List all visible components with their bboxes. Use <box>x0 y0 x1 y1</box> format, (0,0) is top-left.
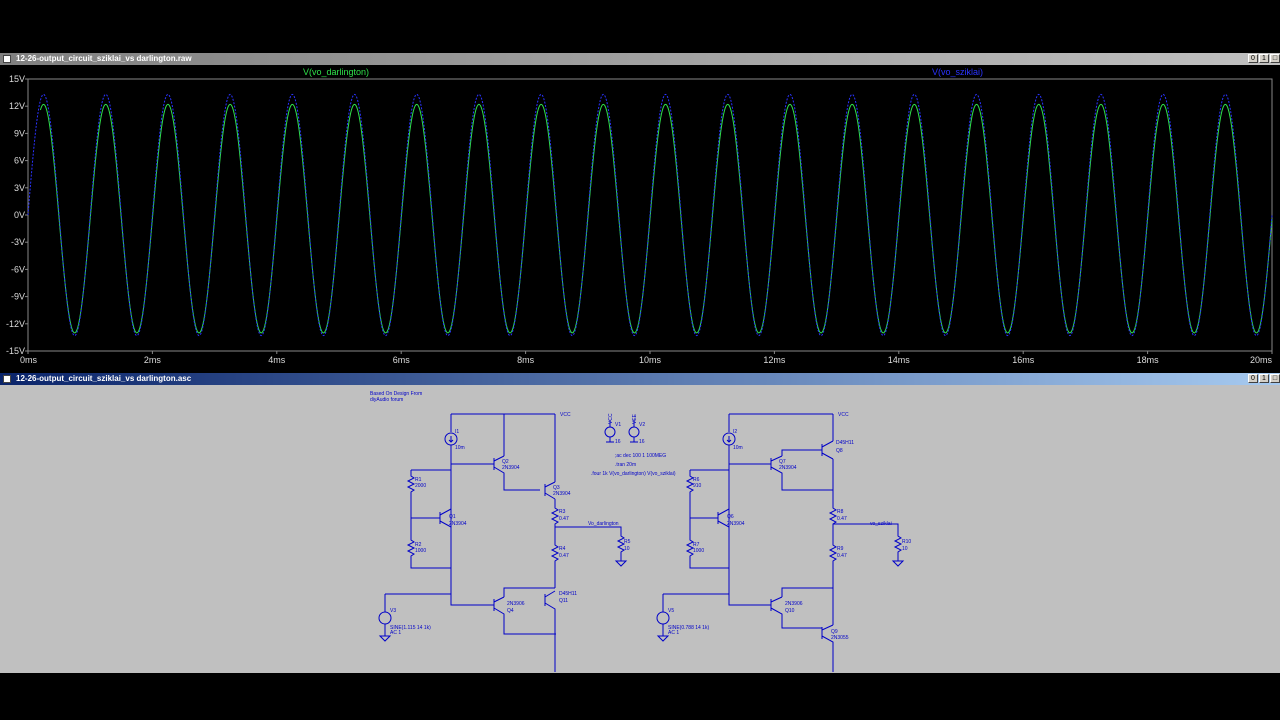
waveform-window-buttons: 0 1 □ <box>1248 54 1280 63</box>
minimize-button[interactable]: 0 <box>1248 54 1258 63</box>
model-q2[interactable]: 2N3904 <box>502 465 520 471</box>
label-r10[interactable]: R10 <box>902 539 911 545</box>
value-r2[interactable]: 1000 <box>415 548 426 554</box>
x-tick-label: 8ms <box>517 355 535 365</box>
schematic-window-buttons: 0 1 □ <box>1248 374 1280 383</box>
label-q8[interactable]: Q8 <box>836 448 843 454</box>
value-r10[interactable]: 10 <box>902 546 908 552</box>
label-q11[interactable]: Q11 <box>559 598 568 604</box>
label-vee-source[interactable]: VEE <box>632 413 638 424</box>
net-vo-darlington[interactable]: Vo_darlington <box>588 521 619 527</box>
design-note-2[interactable]: diyAudio forum <box>370 397 403 403</box>
x-tick-label: 12ms <box>763 355 786 365</box>
x-tick-label: 14ms <box>888 355 911 365</box>
y-tick-label: -12V <box>6 319 25 329</box>
value-v2[interactable]: 16 <box>639 439 645 445</box>
value-i2[interactable]: 10m <box>733 445 743 451</box>
label-r8[interactable]: R8 <box>837 509 844 515</box>
x-tick-label: 6ms <box>393 355 411 365</box>
y-tick-label: -6V <box>11 264 25 274</box>
label-i1[interactable]: I1 <box>455 429 459 435</box>
net-vo-sziklai[interactable]: vo_sziklai <box>870 521 892 527</box>
label-r3[interactable]: R3 <box>559 509 566 515</box>
value-r9[interactable]: 0.47 <box>837 553 847 559</box>
waveform-titlebar[interactable]: 12-26-output_circuit_sziklai_vs darlingt… <box>0 53 1280 65</box>
schematic-window: 12-26-output_circuit_sziklai_vs darlingt… <box>0 373 1280 673</box>
waveform-plot[interactable]: V(vo_darlington) V(vo_sziklai) 15V 12V 9V 6… <box>0 65 1280 368</box>
y-tick-label: 12V <box>9 101 25 111</box>
model-q8[interactable]: D45H11 <box>836 440 854 446</box>
label-v2[interactable]: V2 <box>639 422 645 428</box>
x-tick-label: 20ms <box>1250 355 1273 365</box>
y-tick-label: -3V <box>11 237 25 247</box>
waveform-window-title: 12-26-output_circuit_sziklai_vs darlingt… <box>16 54 192 63</box>
minimize-button[interactable]: 0 <box>1248 374 1258 383</box>
label-q6[interactable]: Q6 <box>727 514 734 520</box>
y-tick-label: 9V <box>14 128 25 138</box>
ac-v3[interactable]: AC 1 <box>390 630 401 636</box>
label-v5[interactable]: V5 <box>668 608 674 614</box>
schematic-titlebar[interactable]: 12-26-output_circuit_sziklai_vs darlingt… <box>0 373 1280 385</box>
label-i2[interactable]: I2 <box>733 429 737 435</box>
y-tick-label: 3V <box>14 183 25 193</box>
model-q1[interactable]: 2N3904 <box>449 521 467 527</box>
directive-ac[interactable]: ;ac dec 100 1 100MEG <box>615 453 666 459</box>
y-tick-label: -9V <box>11 292 25 302</box>
model-q11[interactable]: D45H11 <box>559 591 577 597</box>
value-i1[interactable]: 10m <box>455 445 465 451</box>
model-q3[interactable]: 2N3904 <box>553 491 571 497</box>
model-q9[interactable]: 2N3055 <box>831 635 849 641</box>
voltage-source-v2[interactable] <box>628 426 640 438</box>
value-r6[interactable]: 910 <box>693 483 702 489</box>
x-tick-label: 4ms <box>268 355 286 365</box>
value-r7[interactable]: 1000 <box>693 548 704 554</box>
window-system-icon[interactable] <box>3 375 11 383</box>
maximize-button[interactable]: □ <box>1270 54 1280 63</box>
schematic-window-title: 12-26-output_circuit_sziklai_vs darlingt… <box>16 374 192 383</box>
x-tick-label: 18ms <box>1137 355 1160 365</box>
x-tick-label: 0ms <box>20 355 38 365</box>
model-q7[interactable]: 2N3904 <box>779 465 797 471</box>
plot-background <box>0 65 1280 368</box>
y-tick-label: 6V <box>14 156 25 166</box>
y-tick-label: 0V <box>14 210 25 220</box>
value-v1[interactable]: 16 <box>615 439 621 445</box>
maximize-button[interactable]: □ <box>1270 374 1280 383</box>
value-r4[interactable]: 0.47 <box>559 553 569 559</box>
restore-button[interactable]: 1 <box>1259 54 1269 63</box>
model-q6[interactable]: 2N3904 <box>727 521 745 527</box>
label-r9[interactable]: R9 <box>837 546 844 552</box>
value-r8[interactable]: 0.47 <box>837 516 847 522</box>
label-r4[interactable]: R4 <box>559 546 566 552</box>
label-vcc-1[interactable]: VCC <box>560 412 571 418</box>
label-r5[interactable]: R5 <box>624 539 631 545</box>
x-tick-label: 10ms <box>639 355 662 365</box>
restore-button[interactable]: 1 <box>1259 374 1269 383</box>
schematic-canvas[interactable]: Based On Design From diyAudio forum VCC … <box>2 386 1278 672</box>
value-r5[interactable]: 10 <box>624 546 630 552</box>
directive-four[interactable]: .four 1k V(vo_darlington) V(vo_sziklai) <box>591 471 676 477</box>
model-q4[interactable]: 2N3906 <box>507 601 525 607</box>
label-q1[interactable]: Q1 <box>449 514 456 520</box>
y-tick-label: 15V <box>9 74 25 84</box>
ac-v5[interactable]: AC 1 <box>668 630 679 636</box>
label-q10[interactable]: Q10 <box>785 608 795 614</box>
x-tick-label: 2ms <box>144 355 162 365</box>
label-v3[interactable]: V3 <box>390 608 396 614</box>
waveform-window: 12-26-output_circuit_sziklai_vs darlingt… <box>0 53 1280 368</box>
directive-tran[interactable]: .tran 20m <box>615 462 636 468</box>
voltage-source-v1[interactable] <box>604 426 616 438</box>
window-system-icon[interactable] <box>3 55 11 63</box>
trace-label-darlington[interactable]: V(vo_darlington) <box>303 67 369 77</box>
label-v1[interactable]: V1 <box>615 422 621 428</box>
model-q10[interactable]: 2N3906 <box>785 601 803 607</box>
label-vcc-2[interactable]: VCC <box>838 412 849 418</box>
label-vcc-source[interactable]: VCC <box>608 413 614 424</box>
value-r3[interactable]: 0.47 <box>559 516 569 522</box>
value-r1[interactable]: 2000 <box>415 483 426 489</box>
label-q4[interactable]: Q4 <box>507 608 514 614</box>
x-tick-label: 16ms <box>1012 355 1035 365</box>
trace-label-sziklai[interactable]: V(vo_sziklai) <box>932 67 983 77</box>
